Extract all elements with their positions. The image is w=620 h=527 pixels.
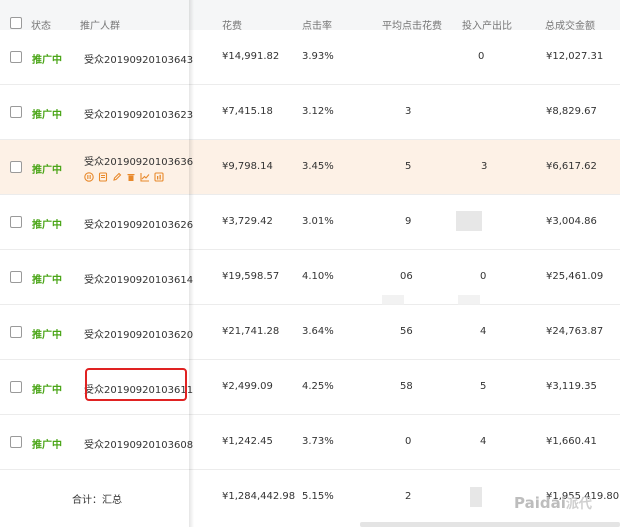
table-row[interactable]: 推广中 受众20190920103620 ¥21,741.28 3.64% 56… — [0, 305, 620, 360]
gmv-value: ¥6,617.62 — [546, 161, 597, 172]
ctr-value: 3.64% — [302, 326, 334, 337]
ctr-value: 3.12% — [302, 106, 334, 117]
edit-doc-icon[interactable] — [98, 172, 108, 182]
cost-value: ¥3,729.42 — [222, 216, 273, 227]
ctr-value: 3.01% — [302, 216, 334, 227]
annotation-highlight — [85, 368, 187, 401]
gmv-value: ¥24,763.87 — [546, 326, 604, 337]
watermark-logo: Paidai派代 — [514, 494, 592, 512]
horizontal-scrollbar[interactable] — [360, 522, 620, 527]
redacted-cell — [456, 211, 482, 231]
roi-value: 0 — [480, 271, 487, 282]
status-badge: 推广中 — [32, 385, 62, 396]
status-badge: 推广中 — [32, 275, 62, 286]
summary-ctr: 5.15% — [302, 491, 334, 502]
trend-chart-icon[interactable] — [140, 172, 150, 182]
cost-value: ¥7,415.18 — [222, 106, 273, 117]
cost-value: ¥1,242.45 — [222, 436, 273, 447]
cost-value: ¥2,499.09 — [222, 381, 273, 392]
gmv-value: ¥3,119.35 — [546, 381, 597, 392]
row-actions — [84, 172, 164, 182]
avg-cpc-value: 0 — [405, 436, 412, 447]
gmv-value: ¥3,004.86 — [546, 216, 597, 227]
row-checkbox[interactable] — [10, 326, 22, 338]
avg-cpc-value: 56 — [400, 326, 413, 337]
pause-icon[interactable] — [84, 172, 94, 182]
avg-cpc-value: 06 — [400, 271, 413, 282]
avg-cpc-value: 9 — [405, 216, 412, 227]
ctr-value: 4.25% — [302, 381, 334, 392]
table-row-hovered[interactable]: 推广中 受众20190920103636 ¥9,798.14 3.45% 5 3… — [0, 140, 620, 195]
audience-name[interactable]: 受众20190920103623 — [84, 106, 193, 121]
ctr-value: 4.10% — [302, 271, 334, 282]
roi-value: 0 — [478, 51, 485, 62]
gmv-value: ¥8,829.67 — [546, 106, 597, 117]
cost-value: ¥14,991.82 — [222, 51, 280, 62]
audience-name[interactable]: 受众20190920103636 — [84, 153, 193, 168]
gmv-value: ¥12,027.31 — [546, 51, 604, 62]
status-badge: 推广中 — [32, 440, 62, 451]
audience-name[interactable]: 受众20190920103620 — [84, 326, 193, 341]
cost-value: ¥21,741.28 — [222, 326, 280, 337]
row-checkbox[interactable] — [10, 436, 22, 448]
roi-value: 4 — [480, 326, 487, 337]
avg-cpc-value: 5 — [405, 161, 412, 172]
ctr-value: 3.73% — [302, 436, 334, 447]
table-row[interactable]: 推广中 受众20190920103623 ¥7,415.18 3.12% 3 ¥… — [0, 85, 620, 140]
roi-value: 5 — [480, 381, 487, 392]
row-checkbox[interactable] — [10, 106, 22, 118]
audience-name[interactable]: 受众20190920103643 — [84, 51, 193, 66]
status-badge: 推广中 — [32, 220, 62, 231]
row-checkbox[interactable] — [10, 271, 22, 283]
cost-value: ¥9,798.14 — [222, 161, 273, 172]
redacted-cell — [470, 487, 482, 507]
avg-cpc-value: 58 — [400, 381, 413, 392]
row-checkbox[interactable] — [10, 51, 22, 63]
report-icon[interactable] — [154, 172, 164, 182]
status-badge: 推广中 — [32, 110, 62, 121]
row-checkbox[interactable] — [10, 381, 22, 393]
summary-avg-cpc: 2 — [405, 491, 412, 502]
row-checkbox[interactable] — [10, 216, 22, 228]
audience-name[interactable]: 受众20190920103608 — [84, 436, 193, 451]
roi-value: 4 — [480, 436, 487, 447]
audience-name[interactable]: 受众20190920103626 — [84, 216, 193, 231]
summary-label: 合计：汇总 — [72, 495, 122, 506]
pencil-icon[interactable] — [112, 172, 122, 182]
avg-cpc-value: 3 — [405, 106, 412, 117]
row-checkbox[interactable] — [10, 161, 22, 173]
ctr-value: 3.45% — [302, 161, 334, 172]
roi-value: 3 — [481, 161, 488, 172]
table-row[interactable]: 推广中 受众20190920103614 ¥19,598.57 4.10% 06… — [0, 250, 620, 311]
status-badge: 推广中 — [32, 330, 62, 341]
gmv-value: ¥1,660.41 — [546, 436, 597, 447]
gmv-value: ¥25,461.09 — [546, 271, 604, 282]
status-badge: 推广中 — [32, 55, 62, 66]
status-badge: 推广中 — [32, 165, 62, 176]
table-row[interactable]: 推广中 受众20190920103626 ¥3,729.42 3.01% 9 ¥… — [0, 195, 620, 250]
frozen-column-shadow — [189, 0, 194, 527]
audience-table: 状态 推广人群 花费 点击率 平均点击花费 投入产出比 总成交金额 推广中 受众… — [0, 0, 620, 527]
audience-name[interactable]: 受众20190920103614 — [84, 271, 193, 286]
table-row[interactable]: 推广中 受众20190920103643 ¥14,991.82 3.93% 0 … — [0, 30, 620, 85]
summary-cost: ¥1,284,442.98 — [222, 491, 296, 502]
ctr-value: 3.93% — [302, 51, 334, 62]
trash-icon[interactable] — [126, 172, 136, 182]
cost-value: ¥19,598.57 — [222, 271, 280, 282]
table-row[interactable]: 推广中 受众20190920103608 ¥1,242.45 3.73% 0 4… — [0, 415, 620, 470]
select-all-checkbox[interactable] — [10, 17, 22, 29]
